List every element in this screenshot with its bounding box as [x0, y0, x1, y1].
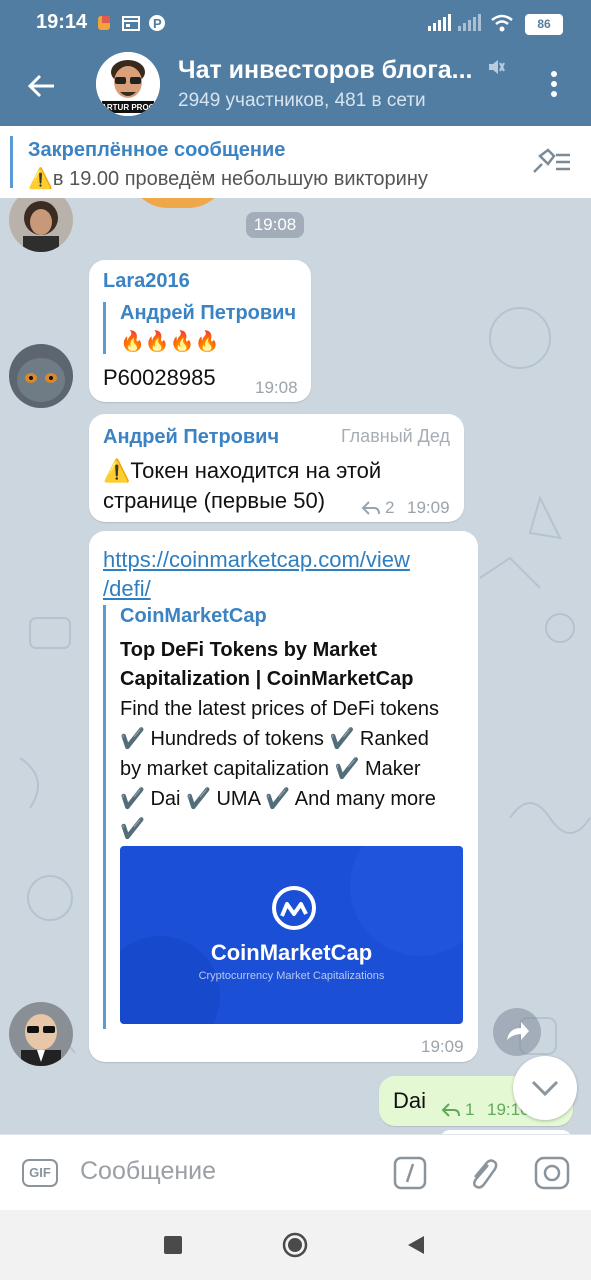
signal-icon	[428, 14, 486, 36]
recents-button[interactable]	[164, 1236, 182, 1254]
pinned-indicator	[10, 136, 13, 188]
preview-desc-line: ✔️ Hundreds of tokens ✔️ Ranked	[120, 728, 429, 750]
reply-text: 🔥🔥🔥🔥	[120, 331, 220, 353]
reply-sender: Андрей Петрович	[120, 302, 297, 324]
message-text: P60028985	[103, 365, 216, 390]
reply-quote[interactable]: Андрей Петрович 🔥🔥🔥🔥	[103, 302, 296, 354]
reply-count[interactable]: 2	[385, 498, 394, 518]
preview-desc-line: ✔️ Dai ✔️ UMA ✔️ And many more	[120, 788, 436, 810]
preview-site-name: CoinMarketCap	[120, 605, 267, 627]
preview-title-line: Top DeFi Tokens by Market	[120, 639, 378, 661]
paperclip-icon	[473, 1159, 498, 1189]
home-circle-icon	[282, 1232, 308, 1258]
message-link[interactable]: https://coinmarketcap.com/view /defi/	[103, 545, 410, 603]
menu-button[interactable]	[546, 69, 562, 99]
system-back-button[interactable]	[406, 1234, 426, 1256]
preview-description: Find the latest prices of DeFi tokens ✔️…	[120, 694, 465, 844]
message-input-bar: GIF Сообщение	[0, 1134, 591, 1211]
gif-label: GIF	[29, 1165, 51, 1180]
message-sender[interactable]: Lara2016	[103, 270, 190, 293]
chat-messages-area[interactable]: 19:08 Lara2016 Андрей Петрович 🔥🔥🔥🔥 P600…	[0, 198, 591, 1134]
preview-image-title: CoinMarketCap	[210, 940, 373, 965]
parking-icon: P	[148, 14, 166, 36]
slash-command-icon	[393, 1156, 427, 1190]
message-time: 19:09	[421, 1037, 464, 1056]
back-button[interactable]	[22, 66, 62, 106]
preview-title: Top DeFi Tokens by Market Capitalization…	[120, 636, 465, 694]
arrow-left-icon	[27, 74, 54, 98]
chevron-down-icon	[531, 1080, 559, 1097]
preview-desc-line: by market capitalization ✔️ Maker	[120, 758, 421, 780]
chat-title[interactable]: Чат инвесторов блога...	[178, 56, 472, 85]
pinned-message-bar[interactable]: Закреплённое сообщение ⚠️в 19.00 проведё…	[0, 126, 591, 199]
user-avatar[interactable]	[9, 1002, 73, 1066]
message-bubble[interactable]: Андрей Петрович Главный Дед ⚠️Токен нахо…	[89, 414, 464, 522]
message-input[interactable]: Сообщение	[80, 1157, 216, 1186]
system-nav-bar	[0, 1210, 591, 1280]
admin-badge: Главный Дед	[340, 426, 450, 446]
link-line[interactable]: https://coinmarketcap.com/view	[103, 545, 410, 574]
preview-desc-line: Find the latest prices of DeFi tokens	[120, 698, 440, 720]
user-avatar[interactable]	[9, 344, 73, 408]
status-bar: 19:14 P 86	[0, 0, 591, 44]
more-vertical-icon	[551, 71, 557, 97]
message-sender[interactable]: Андрей Петрович	[103, 426, 279, 449]
preview-image[interactable]: CoinMarketCap Cryptocurrency Market Capi…	[120, 846, 463, 1024]
calendar-icon	[122, 14, 140, 36]
chat-header: ARTUR PROG Чат инвесторов блога... 2949 …	[0, 44, 591, 126]
chat-subtitle: 2949 участников, 481 в сети	[178, 90, 426, 111]
reply-count-icon	[441, 1103, 460, 1117]
status-time: 19:14	[36, 11, 88, 33]
gif-button[interactable]: GIF	[22, 1159, 58, 1187]
share-button[interactable]	[493, 1008, 541, 1056]
home-button[interactable]	[282, 1232, 308, 1258]
preview-desc-line: ✔️	[120, 818, 145, 840]
reply-count-icon	[361, 501, 380, 515]
mute-icon	[489, 60, 505, 74]
share-arrow-icon	[507, 1022, 529, 1040]
message-text: Dai	[393, 1088, 427, 1113]
coinmarketcap-logo-icon	[272, 886, 316, 930]
camera-icon	[534, 1156, 570, 1190]
link-line[interactable]: /defi/	[103, 574, 410, 603]
pin-list-icon	[533, 148, 570, 173]
camera-button[interactable]	[533, 1155, 571, 1191]
preview-title-line: Capitalization | CoinMarketCap	[120, 668, 414, 690]
message-time: 19:09	[407, 498, 450, 517]
attach-button[interactable]	[464, 1155, 500, 1191]
time-chip: 19:08	[246, 212, 304, 238]
wifi-icon	[490, 14, 514, 36]
message-text-line: ⚠️Токен находится на этой	[103, 458, 382, 483]
message-bubble[interactable]: Lara2016 Андрей Петрович 🔥🔥🔥🔥 P60028985 …	[89, 260, 311, 402]
battery-indicator: 86	[525, 14, 563, 35]
pinned-list-button[interactable]	[530, 146, 574, 178]
avatar-logo-text: ARTUR PROG	[101, 103, 155, 112]
preview-image-bg	[120, 846, 463, 1024]
scroll-down-button[interactable]	[513, 1056, 577, 1120]
message-text-line: странице (первые 50)	[103, 488, 326, 513]
message-time: 19:08	[255, 378, 298, 397]
commands-button[interactable]	[393, 1156, 427, 1190]
pinned-text: ⚠️в 19.00 проведём небольшую викторину	[28, 168, 428, 190]
svg-text:P: P	[153, 16, 162, 31]
reply-count[interactable]: 1	[465, 1100, 474, 1120]
app-notification-icon	[96, 14, 112, 36]
pinned-title: Закреплённое сообщение	[28, 139, 286, 161]
triangle-back-icon	[408, 1236, 424, 1254]
message-bubble[interactable]: https://coinmarketcap.com/view /defi/ Co…	[89, 531, 478, 1062]
preview-image-subtitle: Cryptocurrency Market Capitalizations	[198, 970, 385, 982]
chat-avatar[interactable]: ARTUR PROG	[96, 52, 160, 116]
